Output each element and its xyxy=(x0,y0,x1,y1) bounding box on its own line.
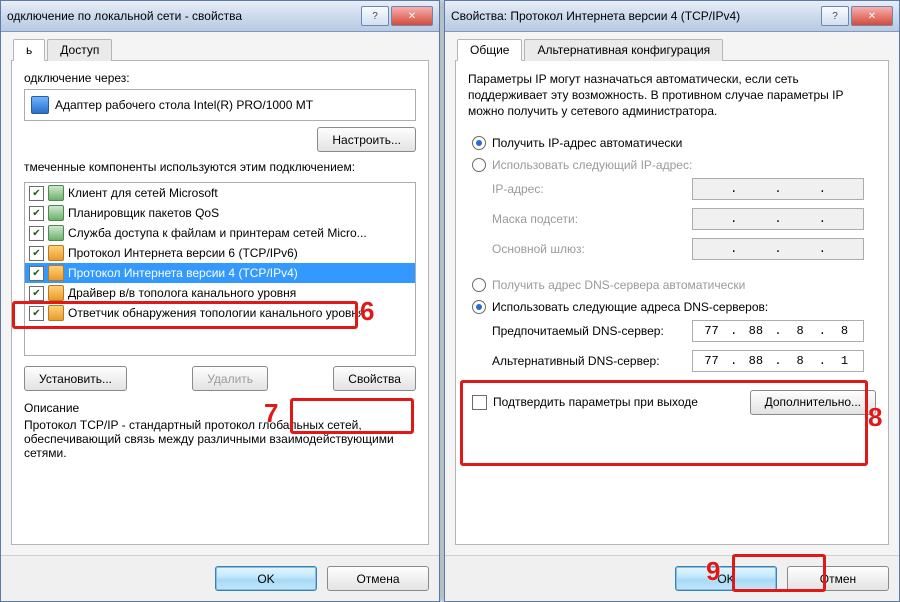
checkbox-icon[interactable] xyxy=(29,226,44,241)
radio-ip-auto[interactable]: Получить IP-адрес автоматически xyxy=(472,136,876,150)
radio-ip-manual[interactable]: Использовать следующий IP-адрес: xyxy=(472,158,876,172)
radio-icon[interactable] xyxy=(472,300,486,314)
checkbox-icon[interactable] xyxy=(29,186,44,201)
description-head: Описание xyxy=(24,401,416,415)
checkbox-icon[interactable] xyxy=(29,246,44,261)
tabs: Общие Альтернативная конфигурация xyxy=(455,38,889,61)
window-title: Свойства: Протокол Интернета версии 4 (T… xyxy=(451,9,821,23)
service-icon xyxy=(48,205,64,221)
tab-alternative[interactable]: Альтернативная конфигурация xyxy=(524,39,723,61)
list-item[interactable]: Клиент для сетей Microsoft xyxy=(25,183,415,203)
list-item-tcpipv4[interactable]: Протокол Интернета версии 4 (TCP/IPv4) xyxy=(25,263,415,283)
nic-icon xyxy=(31,96,49,114)
help-button[interactable]: ? xyxy=(821,6,849,26)
dns-alt-label: Альтернативный DNS-сервер: xyxy=(492,354,682,368)
tab-general[interactable]: Общие xyxy=(457,39,522,61)
radio-icon[interactable] xyxy=(472,136,486,150)
description: Описание Протокол TCP/IP - стандартный п… xyxy=(24,401,416,460)
install-button[interactable]: Установить... xyxy=(24,366,127,391)
radio-icon[interactable] xyxy=(472,158,486,172)
adapter-name: Адаптер рабочего стола Intel(R) PRO/1000… xyxy=(55,98,313,112)
checkbox-icon[interactable] xyxy=(29,286,44,301)
cancel-button[interactable]: Отмена xyxy=(327,566,429,591)
gateway-label: Основной шлюз: xyxy=(492,242,682,256)
connect-via-label: одключение через: xyxy=(24,71,416,85)
ok-button[interactable]: OK xyxy=(215,566,317,591)
validate-label: Подтвердить параметры при выходе xyxy=(493,395,698,409)
ip-address-label: IP-адрес: xyxy=(492,182,682,196)
service-icon xyxy=(48,185,64,201)
list-item[interactable]: Планировщик пакетов QoS xyxy=(25,203,415,223)
gateway-input: ... xyxy=(692,238,864,260)
remove-button: Удалить xyxy=(192,366,268,391)
dns-preferred-label: Предпочитаемый DNS-сервер: xyxy=(492,324,682,338)
list-item[interactable]: Драйвер в/в тополога канального уровня xyxy=(25,283,415,303)
advanced-button[interactable]: Дополнительно... xyxy=(750,390,876,415)
properties-button[interactable]: Свойства xyxy=(333,366,416,391)
close-button[interactable]: ✕ xyxy=(391,6,433,26)
checkbox-icon[interactable] xyxy=(29,266,44,281)
window-title: одключение по локальной сети - свойства xyxy=(7,9,361,23)
radio-icon[interactable] xyxy=(472,278,486,292)
titlebar[interactable]: Свойства: Протокол Интернета версии 4 (T… xyxy=(445,1,899,32)
help-button[interactable]: ? xyxy=(361,6,389,26)
ipv4-properties-window: Свойства: Протокол Интернета версии 4 (T… xyxy=(444,0,900,602)
protocol-icon xyxy=(48,265,64,281)
ip-address-input: ... xyxy=(692,178,864,200)
tab-access[interactable]: Доступ xyxy=(47,39,112,61)
configure-button[interactable]: Настроить... xyxy=(317,127,416,152)
checkbox-icon[interactable] xyxy=(29,306,44,321)
radio-dns-auto[interactable]: Получить адрес DNS-сервера автоматически xyxy=(472,278,876,292)
components-label: тмеченные компоненты используются этим п… xyxy=(24,160,416,174)
tab-network[interactable]: ь xyxy=(13,39,45,61)
lan-properties-window: одключение по локальной сети - свойства … xyxy=(0,0,440,602)
cancel-button[interactable]: Отмен xyxy=(787,566,889,591)
list-item[interactable]: Протокол Интернета версии 6 (TCP/IPv6) xyxy=(25,243,415,263)
service-icon xyxy=(48,225,64,241)
protocol-icon xyxy=(48,305,64,321)
dns-alt-input[interactable]: 77. 88. 8. 1 xyxy=(692,350,864,372)
info-text: Параметры IP могут назначаться автоматич… xyxy=(468,71,876,120)
radio-dns-manual[interactable]: Использовать следующие адреса DNS-сервер… xyxy=(472,300,876,314)
dns-preferred-input[interactable]: 77. 88. 8. 8 xyxy=(692,320,864,342)
ok-button[interactable]: OK xyxy=(675,566,777,591)
components-list[interactable]: Клиент для сетей Microsoft Планировщик п… xyxy=(24,182,416,356)
titlebar[interactable]: одключение по локальной сети - свойства … xyxy=(1,1,439,32)
protocol-icon xyxy=(48,285,64,301)
protocol-icon xyxy=(48,245,64,261)
checkbox-icon[interactable] xyxy=(29,206,44,221)
tabs: ь Доступ xyxy=(11,38,429,61)
validate-checkbox[interactable] xyxy=(472,395,487,410)
mask-label: Маска подсети: xyxy=(492,212,682,226)
mask-input: ... xyxy=(692,208,864,230)
list-item[interactable]: Ответчик обнаружения топологии канальног… xyxy=(25,303,415,323)
list-item[interactable]: Служба доступа к файлам и принтерам сете… xyxy=(25,223,415,243)
adapter-field[interactable]: Адаптер рабочего стола Intel(R) PRO/1000… xyxy=(24,89,416,121)
description-text: Протокол TCP/IP - стандартный протокол г… xyxy=(24,418,416,460)
close-button[interactable]: ✕ xyxy=(851,6,893,26)
